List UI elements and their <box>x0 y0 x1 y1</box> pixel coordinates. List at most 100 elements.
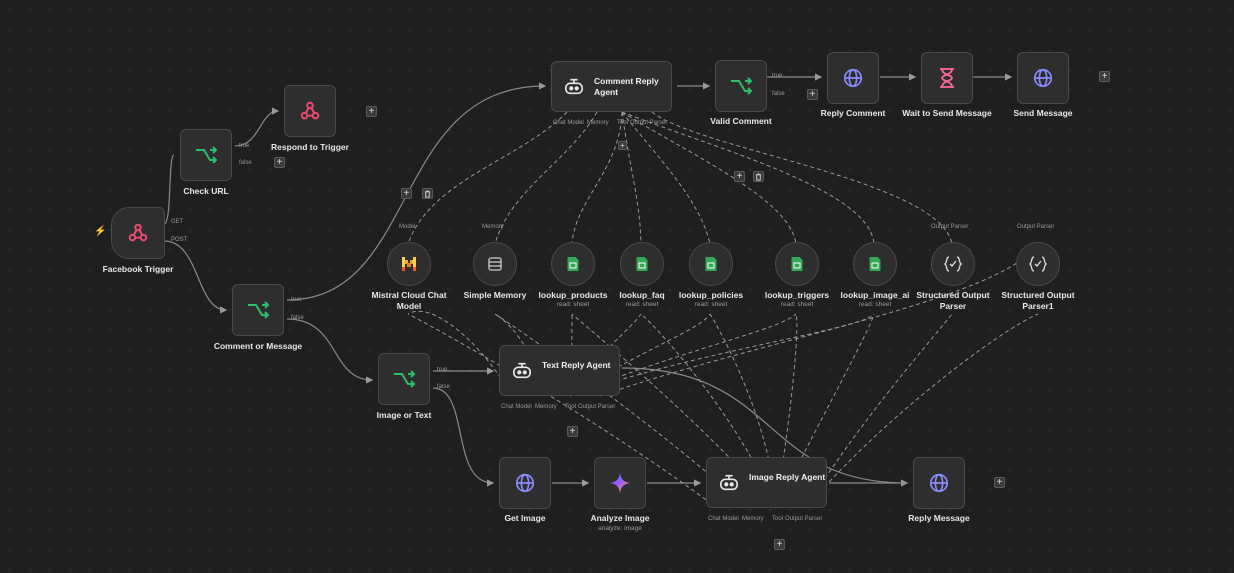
structured-output-parser-label: Structured Output Parser <box>916 290 990 311</box>
reply-comment-node[interactable] <box>827 52 879 104</box>
comment-reply-agent-node[interactable]: Comment Reply Agent <box>551 61 672 112</box>
image-or-text-node[interactable] <box>378 353 430 405</box>
switch-icon <box>392 369 416 389</box>
lookup-faq-sublabel: read: sheet <box>625 301 659 308</box>
mistral-chat-model-label: Mistral Cloud Chat Model <box>371 290 447 311</box>
comment-reply-agent-title: Comment Reply Agent <box>594 76 659 97</box>
tool-port-label: Tool <box>772 516 784 522</box>
add-node-button[interactable]: + <box>366 106 377 117</box>
memory-port-label: Memory <box>535 404 557 410</box>
get-image-node[interactable] <box>499 457 551 509</box>
chat-model-port-label: Chat Model <box>501 404 532 410</box>
switch-icon <box>246 300 270 320</box>
add-tool-button[interactable]: + <box>618 141 627 150</box>
output-parser-slot-label: Output Parser <box>931 224 969 230</box>
robot-icon <box>511 361 533 381</box>
comment-or-message-label: Comment or Message <box>213 341 303 351</box>
comment-or-message-true-label: true <box>291 297 302 303</box>
globe-icon <box>514 472 536 494</box>
robot-icon <box>718 473 740 493</box>
trash-icon <box>424 185 431 203</box>
webhook-icon <box>127 222 149 244</box>
globe-icon <box>842 67 864 89</box>
comment-or-message-node[interactable] <box>232 284 284 336</box>
check-url-true-label: true <box>239 143 250 149</box>
output-parser-port-label: Output Parser <box>578 404 616 410</box>
globe-icon <box>928 472 950 494</box>
add-tool-button[interactable]: + <box>567 426 578 437</box>
facebook-trigger-node[interactable] <box>111 207 165 259</box>
braces-icon <box>944 256 962 272</box>
text-reply-agent-node[interactable]: Text Reply Agent <box>499 345 620 396</box>
chat-model-port-label: Chat Model <box>553 120 584 126</box>
add-node-button[interactable]: + <box>807 89 818 100</box>
lookup-triggers-subnode[interactable] <box>775 242 819 286</box>
add-tool-button[interactable]: + <box>774 539 785 550</box>
analyze-image-sublabel: analyze: image <box>598 525 642 532</box>
output-post-label: POST <box>171 237 188 243</box>
model-slot-label: Model <box>399 224 416 230</box>
braces-icon <box>1029 256 1047 272</box>
gemini-icon <box>609 472 631 494</box>
facebook-trigger-label: Facebook Trigger <box>102 264 174 274</box>
tool-port-label: Tool <box>617 120 629 126</box>
memory-port-label: Memory <box>587 120 609 126</box>
analyze-image-label: Analyze Image <box>590 513 650 523</box>
image-or-text-true-label: true <box>437 367 448 373</box>
reply-comment-label: Reply Comment <box>820 108 886 118</box>
delete-connection-button[interactable] <box>422 188 433 199</box>
output-get-label: GET <box>171 219 184 225</box>
lookup-image-ai-subnode[interactable] <box>853 242 897 286</box>
wait-to-send-node[interactable] <box>921 52 973 104</box>
send-message-node[interactable] <box>1017 52 1069 104</box>
reply-message-label: Reply Message <box>908 513 970 523</box>
add-node-button[interactable]: + <box>401 188 412 199</box>
valid-comment-node[interactable] <box>715 60 767 112</box>
lookup-products-sublabel: read: sheet <box>556 301 590 308</box>
sheets-icon <box>636 256 649 272</box>
image-reply-agent-node[interactable]: Image Reply Agent <box>706 457 827 508</box>
valid-comment-label: Valid Comment <box>710 116 772 126</box>
lookup-image-ai-sublabel: read: sheet <box>858 301 892 308</box>
check-url-label: Check URL <box>183 186 229 196</box>
lookup-triggers-sublabel: read: sheet <box>780 301 814 308</box>
add-node-button[interactable]: + <box>734 171 745 182</box>
tool-port-label: Tool <box>565 404 577 410</box>
respond-to-trigger-label: Respond to Trigger <box>271 142 349 152</box>
check-url-node[interactable] <box>180 129 232 181</box>
comment-or-message-false-label: false <box>291 315 304 321</box>
robot-icon <box>563 77 585 97</box>
edge-false-get-image <box>432 387 495 487</box>
lookup-faq-subnode[interactable] <box>620 242 664 286</box>
workflow-canvas[interactable]: ⚡ Facebook Trigger GET POST Check URL tr… <box>0 0 1234 573</box>
switch-icon <box>729 76 753 96</box>
add-node-button[interactable]: + <box>1099 71 1110 82</box>
simple-memory-subnode[interactable] <box>473 242 517 286</box>
respond-to-trigger-node[interactable] <box>284 85 336 137</box>
webhook-icon <box>299 100 321 122</box>
check-url-false-label: false <box>239 160 252 166</box>
structured-output-parser-subnode[interactable] <box>931 242 975 286</box>
analyze-image-node[interactable] <box>594 457 646 509</box>
sheets-icon <box>869 256 882 272</box>
switch-icon <box>194 145 218 165</box>
send-message-label: Send Message <box>1013 108 1073 118</box>
reply-message-node[interactable] <box>913 457 965 509</box>
structured-output-parser1-label: Structured Output Parser1 <box>1001 290 1075 311</box>
memory-slot-label: Memory <box>482 224 504 230</box>
trash-icon <box>755 168 762 186</box>
image-or-text-false-label: false <box>437 384 450 390</box>
delete-connection-button[interactable] <box>753 171 764 182</box>
lookup-products-subnode[interactable] <box>551 242 595 286</box>
valid-comment-false-label: false <box>772 91 785 97</box>
lookup-policies-subnode[interactable] <box>689 242 733 286</box>
structured-output-parser1-subnode[interactable] <box>1016 242 1060 286</box>
add-node-button[interactable]: + <box>994 477 1005 488</box>
sheets-icon <box>791 256 804 272</box>
wait-to-send-label: Wait to Send Message <box>902 108 992 118</box>
add-node-button[interactable]: + <box>274 157 285 168</box>
trigger-bolt-icon: ⚡ <box>94 226 107 237</box>
lookup-policies-label: lookup_policies <box>678 290 744 300</box>
mistral-chat-model-subnode[interactable] <box>387 242 431 286</box>
text-reply-agent-title: Text Reply Agent <box>542 360 611 370</box>
